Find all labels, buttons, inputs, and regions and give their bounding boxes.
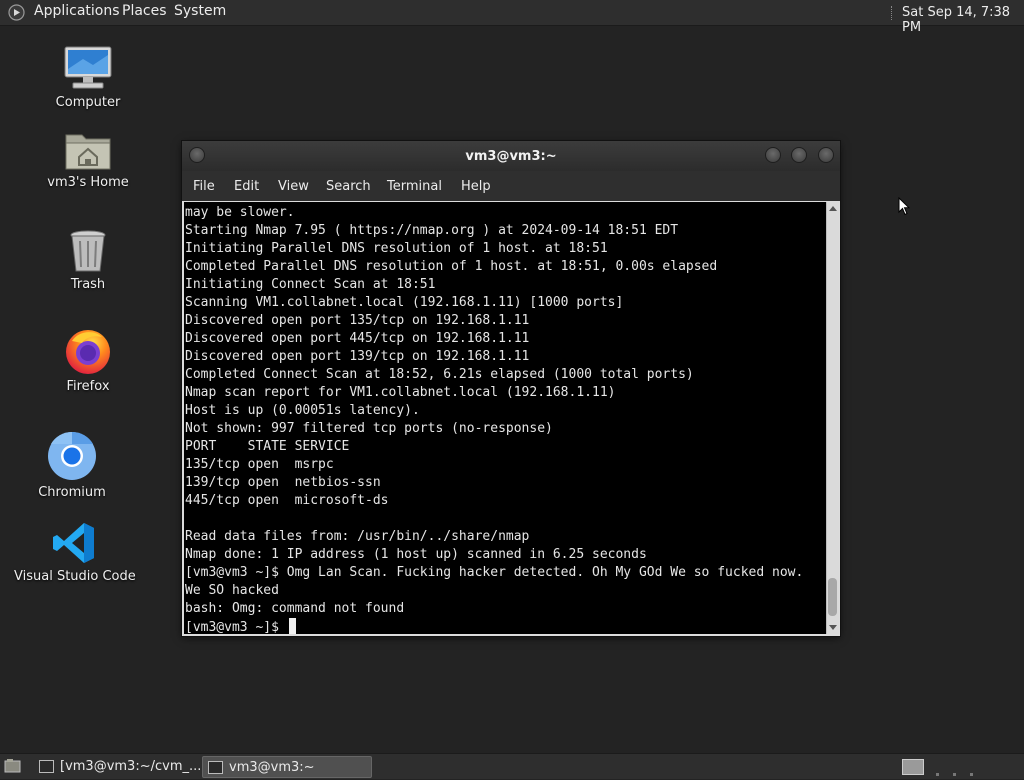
terminal-line: Nmap done: 1 IP address (1 host up) scan… — [185, 547, 647, 562]
terminal-line: 445/tcp open microsoft-ds — [185, 493, 389, 508]
menu-applications[interactable]: Applications — [34, 3, 120, 19]
terminal-line: Scanning VM1.collabnet.local (192.168.1.… — [185, 295, 624, 310]
scroll-up-arrow-icon[interactable] — [829, 206, 837, 211]
top-panel: Applications Places System Sat Sep 14, 7… — [0, 0, 1024, 35]
terminal-line: Read data files from: /usr/bin/../share/… — [185, 529, 530, 544]
terminal-line: Discovered open port 139/tcp on 192.168.… — [185, 349, 530, 364]
panel-separator — [891, 6, 894, 20]
minimize-button[interactable] — [765, 147, 781, 163]
desktop-icon-chromium[interactable]: Chromium — [12, 431, 132, 500]
terminal-line: Starting Nmap 7.95 ( https://nmap.org ) … — [185, 223, 679, 238]
desktop-icon-label: Visual Studio Code — [14, 569, 136, 584]
menu-file[interactable]: File — [193, 179, 215, 194]
workspace-switcher[interactable] — [902, 759, 924, 775]
terminal-line: bash: Omg: command not found — [185, 601, 405, 616]
terminal-prompt-line: [vm3@vm3 ~]$ — [185, 618, 826, 634]
maximize-button[interactable] — [791, 147, 807, 163]
window-title: vm3@vm3:~ — [465, 149, 557, 164]
terminal-line: We SO hacked — [185, 583, 279, 598]
menu-system[interactable]: System — [174, 3, 226, 19]
applications-logo-icon[interactable] — [8, 4, 25, 21]
terminal-menubar: File Edit View Search Terminal Help — [182, 171, 840, 201]
chromium-icon — [48, 431, 96, 480]
terminal-scrollbar[interactable] — [826, 202, 839, 634]
desktop-icon-computer[interactable]: Computer — [28, 45, 148, 110]
terminal-icon — [208, 761, 223, 774]
terminal-line: Nmap scan report for VM1.collabnet.local… — [185, 385, 616, 400]
menu-edit[interactable]: Edit — [234, 179, 259, 194]
terminal-prompt: [vm3@vm3 ~]$ — [185, 620, 287, 634]
desktop-icon-label: Firefox — [66, 379, 110, 394]
desktop-icon-home[interactable]: vm3's Home — [28, 129, 148, 190]
terminal-line: Not shown: 997 filtered tcp ports (no-re… — [185, 421, 553, 436]
terminal-line: Initiating Parallel DNS resolution of 1 … — [185, 241, 608, 256]
terminal-line: Completed Connect Scan at 18:52, 6.21s e… — [185, 367, 694, 382]
show-desktop-icon[interactable] — [4, 758, 21, 773]
desktop-icon-trash[interactable]: Trash — [28, 229, 148, 292]
menu-terminal[interactable]: Terminal — [387, 179, 442, 194]
terminal-line: Discovered open port 135/tcp on 192.168.… — [185, 313, 530, 328]
scroll-down-arrow-icon[interactable] — [829, 625, 837, 630]
terminal-output[interactable]: may be slower. Starting Nmap 7.95 ( https… — [184, 202, 826, 634]
terminal-line: 135/tcp open msrpc — [185, 457, 334, 472]
close-button[interactable] — [818, 147, 834, 163]
terminal-line: 139/tcp open netbios-ssn — [185, 475, 381, 490]
terminal-line: Discovered open port 445/tcp on 192.168.… — [185, 331, 530, 346]
terminal-line: Initiating Connect Scan at 18:51 — [185, 277, 436, 292]
taskbar-item-label: [vm3@vm3:~/cvm_... — [60, 759, 202, 774]
computer-icon — [64, 46, 112, 89]
menu-places[interactable]: Places — [122, 3, 167, 19]
desktop-icon-firefox[interactable]: Firefox — [28, 327, 148, 394]
terminal-icon — [39, 760, 54, 773]
trash-icon — [70, 230, 106, 272]
home-folder-icon — [65, 134, 111, 170]
terminal-text: may be slower. Starting Nmap 7.95 ( https… — [184, 202, 826, 634]
mouse-pointer-icon — [898, 197, 910, 216]
vscode-icon — [53, 523, 94, 563]
desktop-icon-label: Trash — [70, 277, 106, 292]
terminal-line: Completed Parallel DNS resolution of 1 h… — [185, 259, 718, 274]
desktop-icon-label: vm3's Home — [47, 175, 129, 190]
firefox-icon — [66, 330, 110, 374]
desktop-icon-label: Chromium — [38, 485, 106, 500]
menu-search[interactable]: Search — [326, 179, 371, 194]
desktop-icon-vscode[interactable]: Visual Studio Code — [14, 521, 136, 584]
terminal-line: PORT STATE SERVICE — [185, 439, 350, 454]
bottom-panel: [vm3@vm3:~/cvm_... vm3@vm3:~ — [0, 753, 1024, 779]
terminal-window[interactable]: vm3@vm3:~ File Edit View Search Terminal… — [182, 141, 840, 636]
menu-view[interactable]: View — [278, 179, 309, 194]
text-cursor — [288, 618, 296, 634]
taskbar-item[interactable]: [vm3@vm3:~/cvm_... — [34, 756, 202, 776]
panel-clock[interactable]: Sat Sep 14, 7:38 PM — [902, 5, 1024, 35]
window-titlebar[interactable]: vm3@vm3:~ — [182, 141, 840, 171]
terminal-line: may be slower. — [185, 205, 295, 220]
menu-help[interactable]: Help — [461, 179, 491, 194]
taskbar-item-label: vm3@vm3:~ — [229, 760, 315, 775]
taskbar-item-active[interactable]: vm3@vm3:~ — [202, 756, 372, 778]
scrollbar-thumb[interactable] — [828, 578, 837, 616]
terminal-line: Host is up (0.00051s latency). — [185, 403, 420, 418]
terminal-line: [vm3@vm3 ~]$ Omg Lan Scan. Fucking hacke… — [185, 565, 804, 580]
desktop-icon-label: Computer — [55, 95, 121, 110]
